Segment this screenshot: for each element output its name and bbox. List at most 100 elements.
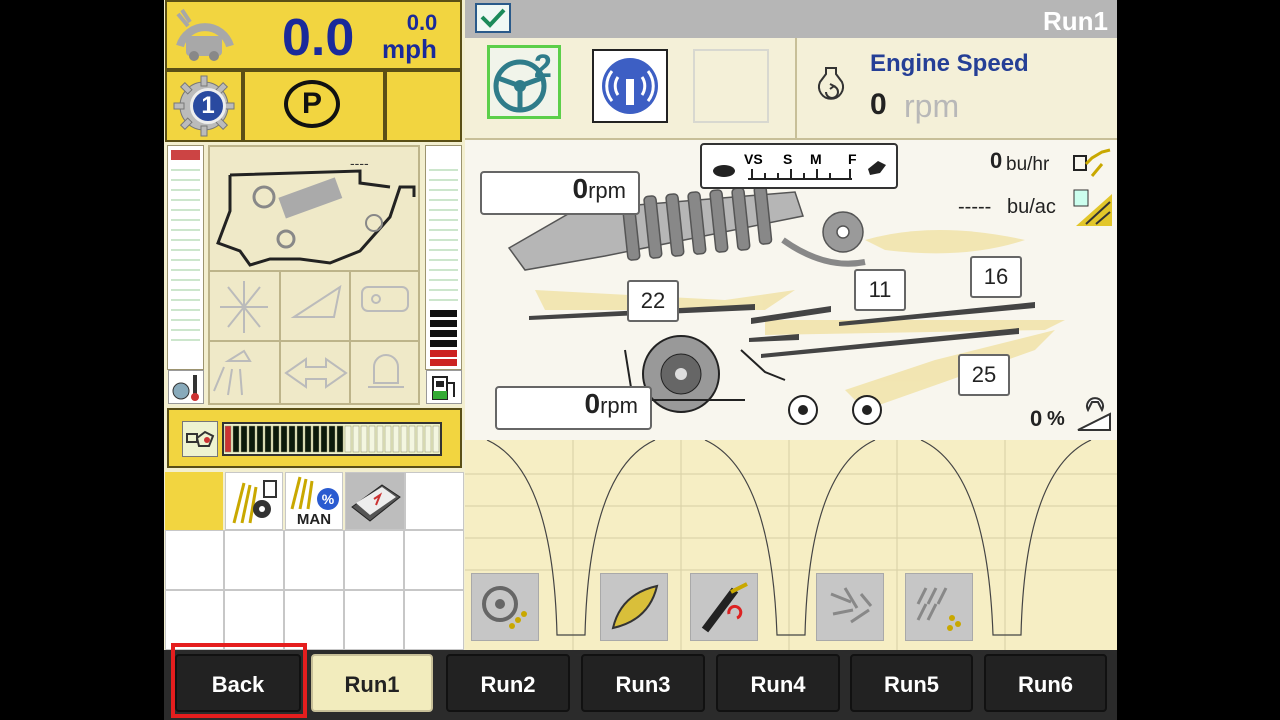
grain-quality-icon[interactable]: [600, 573, 668, 641]
grain-bar-segment: [424, 425, 432, 453]
auto-tune-mode: MAN: [296, 511, 332, 528]
grain-bar-segment: [224, 425, 232, 453]
grain-tank-level-bar: [222, 422, 442, 456]
svg-text:%: %: [322, 491, 335, 507]
rotor-speed-readout: 0rpm: [495, 386, 652, 430]
autotrac-steering-icon[interactable]: 2: [487, 45, 561, 119]
speedometer-icon: [172, 6, 236, 64]
grain-bar-segment: [264, 425, 272, 453]
grain-bar-segment: [376, 425, 384, 453]
grain-bar-segment: [232, 425, 240, 453]
scale-label-f: F: [848, 151, 857, 167]
tab-run3[interactable]: Run3: [581, 654, 705, 712]
crop-settings-shortcut-icon[interactable]: [225, 472, 283, 530]
grain-bar-segment: [312, 425, 320, 453]
loss-monitor-area: [465, 439, 1117, 650]
slope-unit: %: [1047, 408, 1065, 430]
checkbox-icon[interactable]: [475, 3, 511, 33]
unloading-auger-icon[interactable]: [690, 573, 758, 641]
yield-per-acre-value: -----: [958, 196, 992, 218]
tab-run5[interactable]: Run5: [850, 654, 973, 712]
divider: [795, 38, 797, 138]
tab-run4[interactable]: Run4: [716, 654, 840, 712]
shortcut-slot-empty: [404, 590, 464, 650]
empty-status-slot: [385, 70, 462, 142]
machine-status-panel[interactable]: [208, 145, 420, 405]
grain-bar-segment: [360, 425, 368, 453]
rotor-rpm-unit: rpm: [600, 393, 638, 418]
header-rpm-value: 0: [572, 173, 589, 204]
tab-run2[interactable]: Run2: [446, 654, 570, 712]
park-brake-indicator: P: [284, 80, 340, 128]
speed-unit: mph: [382, 34, 437, 64]
concave-clearance-value: 22: [627, 280, 679, 322]
grain-bar-segment: [328, 425, 336, 453]
fuel-pump-icon: [426, 370, 462, 404]
remote-signal-icon[interactable]: [592, 49, 668, 123]
grain-bar-segment: [392, 425, 400, 453]
header-speed-readout: 0rpm: [480, 171, 640, 215]
grain-bar-segment: [336, 425, 344, 453]
shortcut-slot-empty: [224, 530, 284, 590]
shortcut-slot-empty: [284, 590, 344, 650]
slope-value: 0: [1030, 406, 1043, 431]
left-level-bar: [167, 145, 204, 370]
grain-bar-segment: [248, 425, 256, 453]
grain-bar-segment: [408, 425, 416, 453]
grain-bar-segment: [240, 425, 248, 453]
yield-per-acre-unit: bu/ac: [1007, 196, 1056, 218]
empty-tile: [693, 49, 769, 123]
gear-number: 1: [190, 88, 226, 124]
yield-rate-unit: bu/hr: [1006, 154, 1050, 175]
auto-tune-shortcut-icon[interactable]: % MAN: [285, 472, 343, 530]
tab-run1[interactable]: Run1: [311, 654, 433, 712]
grain-bar-segment: [352, 425, 360, 453]
grain-bar-segment: [296, 425, 304, 453]
engine-speed-value: 0: [870, 88, 887, 121]
grain-bar-segment: [344, 425, 352, 453]
page-title: Run1: [1043, 6, 1108, 36]
shortcut-slot-empty: [344, 590, 404, 650]
autotrac-number: 2: [534, 48, 552, 84]
chaffer-opening-value: 11: [854, 269, 906, 311]
back-button-highlight: [171, 643, 307, 718]
shortcut-slot-empty: [284, 530, 344, 590]
grain-bar-segment: [304, 425, 312, 453]
residue-icon[interactable]: [816, 573, 884, 641]
speed-range-scale: VS S M F: [700, 143, 898, 189]
tab-run6[interactable]: Run6: [984, 654, 1107, 712]
sieve-opening-value: 16: [970, 256, 1022, 298]
yield-rate-value: 0: [990, 148, 1003, 173]
scale-label-s: S: [783, 151, 793, 167]
coolant-temp-icon: [168, 370, 204, 404]
shoe-loss-icon[interactable]: [905, 573, 973, 641]
grain-bar-segment: [280, 425, 288, 453]
shortcut-slot-empty: [165, 590, 224, 650]
engine-speed-title: Engine Speed: [870, 50, 1029, 77]
header-rpm-unit: rpm: [588, 178, 626, 203]
page-header-bar: [465, 0, 1117, 38]
slope-icon: [1074, 394, 1114, 434]
fuel-level-bar: [425, 145, 462, 370]
yield-per-area-icon: [1072, 186, 1114, 228]
grain-bar-segment: [384, 425, 392, 453]
shortcut-slot-empty: [404, 530, 464, 590]
machine-label: ----: [350, 155, 369, 171]
grain-tank-icon: [182, 421, 218, 457]
ground-speed-value: 0.0: [282, 9, 355, 67]
shortcut-slot-empty: [405, 472, 464, 530]
grain-bar-segment: [368, 425, 376, 453]
shortcut-slot-empty: [165, 530, 224, 590]
speed-secondary-value: 0.0: [406, 10, 438, 35]
operator-manual-shortcut-icon[interactable]: [345, 472, 405, 530]
scale-label-m: M: [810, 151, 822, 167]
yield-monitor-icon: [1072, 146, 1112, 182]
grain-bar-segment: [288, 425, 296, 453]
grain-bar-segment: [272, 425, 280, 453]
rotor-loss-icon[interactable]: [471, 573, 539, 641]
grain-bar-segment: [400, 425, 408, 453]
grain-bar-segment: [432, 425, 440, 453]
fan-speed-value: 25: [958, 354, 1010, 396]
grain-bar-segment: [320, 425, 328, 453]
shortcut-slot-empty: [344, 530, 404, 590]
